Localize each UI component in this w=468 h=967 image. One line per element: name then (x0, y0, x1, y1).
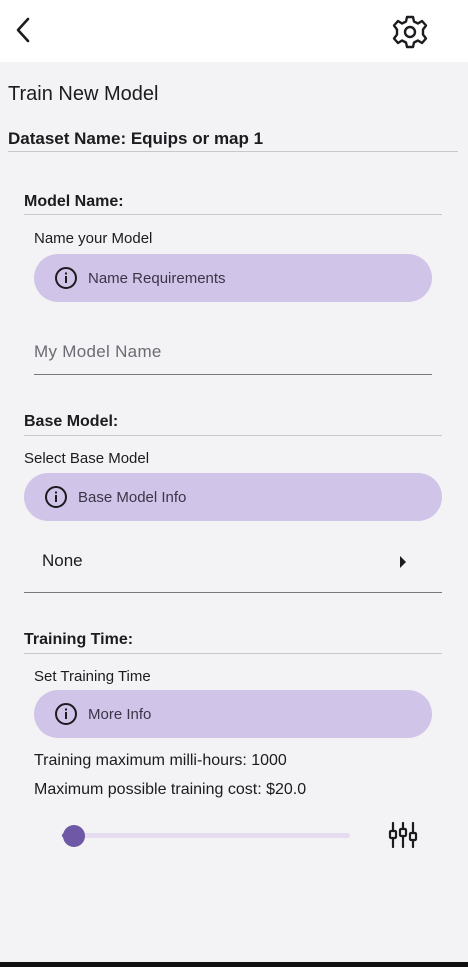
base-model-dropdown[interactable]: None (24, 538, 442, 593)
model-name-section-title: Model Name: (24, 193, 124, 210)
max-training-cost-text: Maximum possible training cost: $20.0 (34, 781, 307, 798)
more-info-button[interactable]: More Info (34, 690, 432, 738)
tune-icon (388, 821, 418, 849)
dataset-divider (8, 151, 458, 152)
model-name-subtitle: Name your Model (34, 230, 153, 247)
info-icon (55, 703, 77, 725)
page-title: Train New Model (8, 83, 159, 105)
base-model-info-label: Base Model Info (78, 488, 187, 506)
training-time-divider (24, 653, 442, 654)
base-model-selected-value: None (42, 551, 83, 570)
training-time-subtitle: Set Training Time (34, 668, 151, 685)
gear-icon (392, 15, 428, 49)
training-time-slider[interactable] (52, 824, 352, 848)
dataset-name-label: Dataset Name: Equips or map 1 (8, 129, 264, 148)
more-info-label: More Info (88, 705, 152, 723)
base-model-info-button[interactable]: Base Model Info (24, 473, 442, 521)
arrow-right-icon (400, 556, 406, 568)
tune-button[interactable] (388, 820, 422, 852)
model-name-input[interactable] (34, 330, 432, 375)
base-model-section-title: Base Model: (24, 413, 119, 430)
bottom-edge (0, 962, 468, 967)
name-requirements-button[interactable]: Name Requirements (34, 254, 432, 302)
max-milli-hours-text: Training maximum milli-hours: 1000 (34, 752, 287, 769)
arrow-back-icon (16, 17, 30, 43)
info-icon (45, 486, 67, 508)
training-time-section-title: Training Time: (24, 631, 134, 648)
info-icon (55, 267, 77, 289)
settings-button[interactable] (388, 10, 432, 54)
back-button[interactable] (6, 10, 40, 50)
base-model-divider (24, 435, 442, 436)
app-bar (0, 0, 468, 62)
slider-thumb[interactable] (62, 825, 85, 847)
base-model-subtitle: Select Base Model (24, 450, 150, 467)
model-name-divider (24, 214, 442, 215)
slider-track (62, 833, 350, 838)
name-requirements-label: Name Requirements (88, 269, 226, 287)
